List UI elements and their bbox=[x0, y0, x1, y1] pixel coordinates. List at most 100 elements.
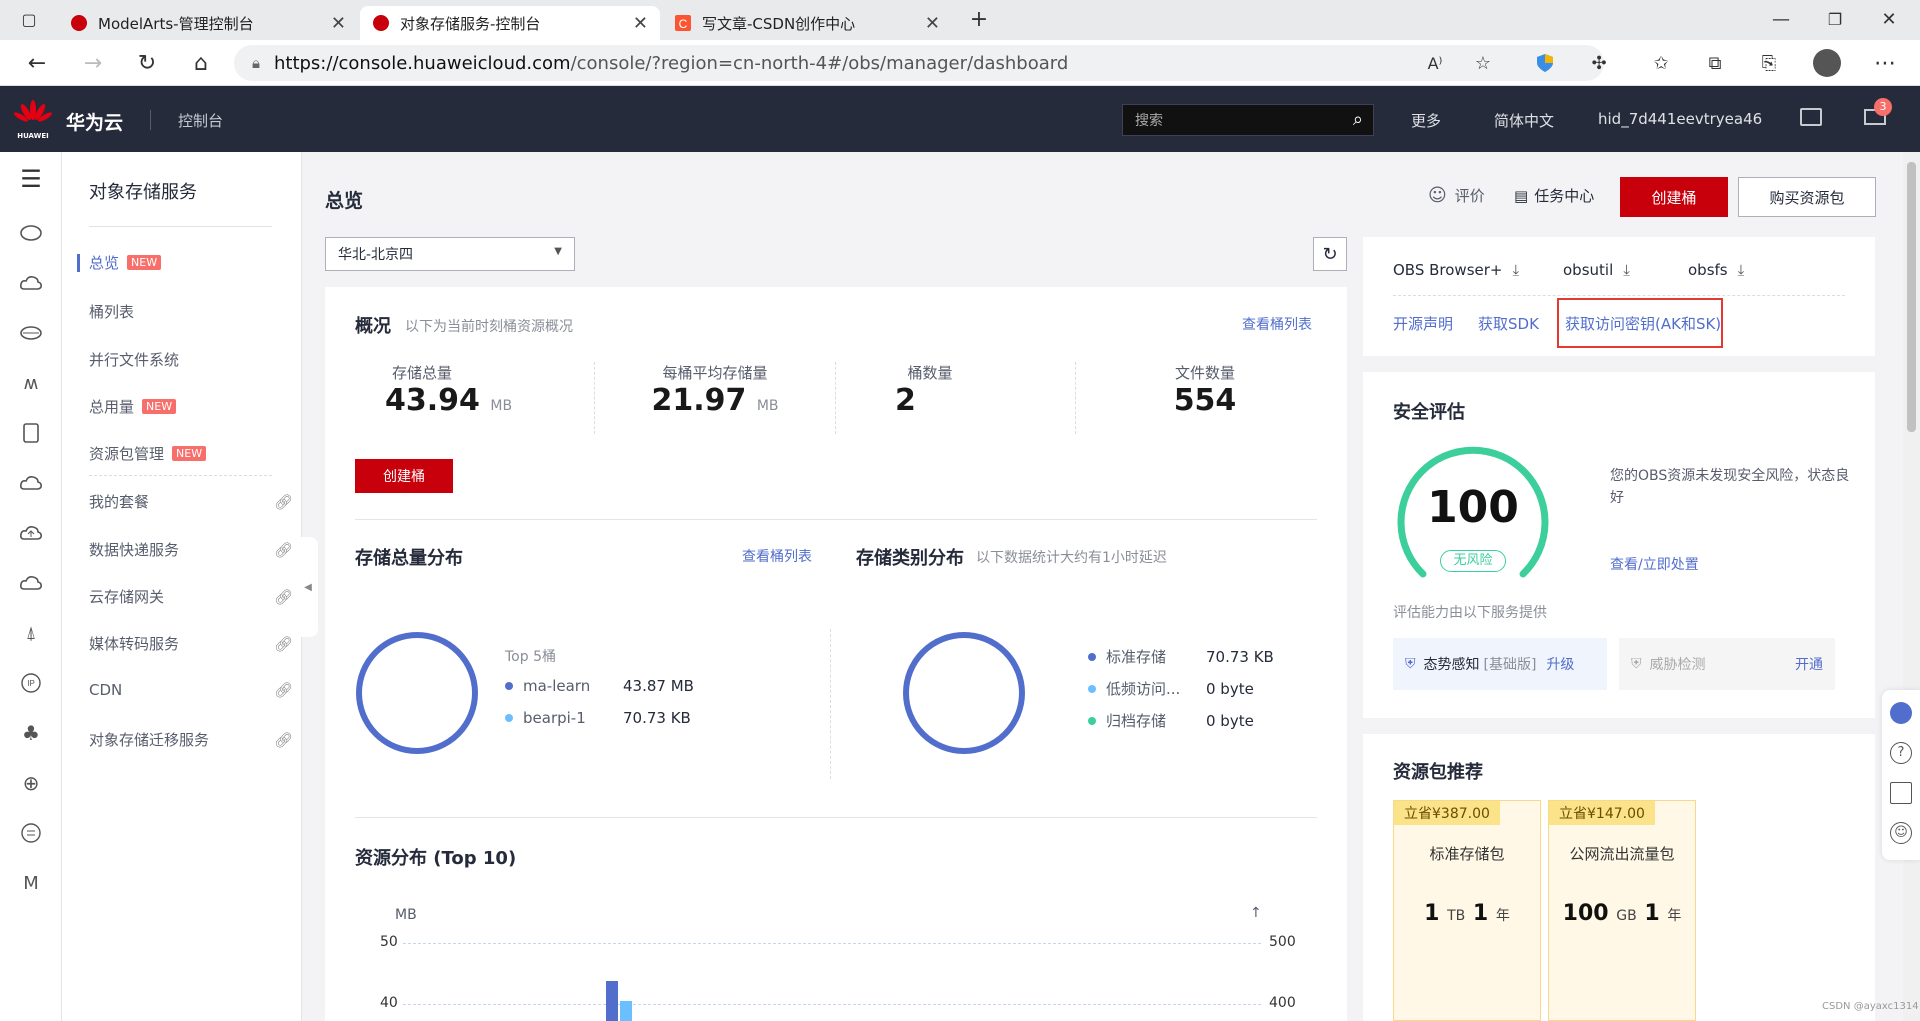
service-globe-icon[interactable]: ⊕ bbox=[16, 768, 46, 798]
service-cloud-icon[interactable] bbox=[16, 268, 46, 298]
get-sdk-link[interactable]: 获取SDK bbox=[1478, 313, 1539, 334]
rate-button[interactable]: ☺ 评价 bbox=[1428, 185, 1485, 206]
enable-link[interactable]: 开通 bbox=[1795, 654, 1823, 674]
settings-more-icon[interactable]: ⋯ bbox=[1870, 48, 1900, 78]
view-bucket-list-link-2[interactable]: 查看桶列表 bbox=[742, 546, 812, 566]
forward-icon[interactable]: → bbox=[78, 48, 108, 78]
restore-icon[interactable]: ❐ bbox=[1820, 4, 1850, 34]
service-cloud-2-icon[interactable] bbox=[16, 468, 46, 498]
feedback-icon[interactable] bbox=[1890, 782, 1912, 804]
url-field[interactable]: 🔒︎ https://console.huaweicloud.com/conso… bbox=[234, 45, 1604, 81]
service-database-icon[interactable] bbox=[16, 418, 46, 448]
console-link[interactable]: 控制台 bbox=[178, 110, 223, 131]
extension-shield-icon[interactable] bbox=[1530, 48, 1560, 78]
satisfaction-icon[interactable]: ☺ bbox=[1890, 822, 1912, 844]
service-mm-icon[interactable]: M bbox=[16, 868, 46, 898]
security-card: 安全评估 100 无风险 您的OBS资源未发现安全风险，状态良好 查看/立即处置… bbox=[1363, 372, 1875, 718]
minimize-icon[interactable]: — bbox=[1766, 4, 1796, 34]
back-icon[interactable]: ← bbox=[22, 48, 52, 78]
favorite-add-icon[interactable]: ☆ bbox=[1468, 48, 1498, 78]
tab-csdn[interactable]: C 写文章-CSDN创作中心 ✕ bbox=[662, 6, 952, 40]
legend-value: 70.73 KB bbox=[623, 709, 691, 727]
service-cloud-sync-icon[interactable] bbox=[16, 568, 46, 598]
obsutil-download[interactable]: obsutil ⤓ bbox=[1563, 261, 1630, 279]
buy-package-button[interactable]: 购买资源包 bbox=[1738, 177, 1876, 217]
huawei-logo[interactable]: HUAWEI bbox=[13, 100, 53, 140]
tab-modelarts[interactable]: ModelArts-管理控制台 ✕ bbox=[58, 6, 358, 40]
obsfs-download[interactable]: obsfs ⤓ bbox=[1688, 261, 1744, 279]
grid-line bbox=[403, 1004, 1261, 1005]
browser-essentials-icon[interactable]: ⎘ bbox=[1754, 48, 1784, 78]
user-menu[interactable]: hid_7d441eevtryea46 bbox=[1598, 110, 1762, 128]
sidebar-item-buckets[interactable]: 桶列表 bbox=[89, 301, 289, 322]
section-divider bbox=[1393, 295, 1845, 296]
get-access-key-link[interactable]: 获取访问密钥(AK和SK) bbox=[1565, 313, 1721, 334]
help-icon[interactable]: ? bbox=[1890, 742, 1912, 764]
create-bucket-button-secondary[interactable]: 创建桶 bbox=[355, 459, 453, 493]
sidebar-divider bbox=[89, 226, 272, 227]
stat-divider bbox=[1075, 362, 1076, 434]
huawei-favicon-icon bbox=[71, 15, 87, 31]
search-icon[interactable]: ⌕ bbox=[1353, 109, 1363, 130]
customer-service-icon[interactable] bbox=[1890, 702, 1912, 724]
close-tab-icon[interactable]: ✕ bbox=[331, 13, 346, 34]
new-badge: NEW bbox=[127, 255, 162, 270]
sidebar-item-media-transcode[interactable]: 媒体转码服务 🔗︎ bbox=[89, 633, 293, 654]
tab-obs[interactable]: 对象存储服务-控制台 ✕ bbox=[360, 6, 660, 40]
view-bucket-list-link[interactable]: 查看桶列表 bbox=[1242, 314, 1312, 334]
reload-icon[interactable]: ↻ bbox=[132, 48, 162, 78]
create-bucket-button[interactable]: 创建桶 bbox=[1620, 177, 1728, 217]
tab-title: 对象存储服务-控制台 bbox=[400, 14, 541, 33]
tab-actions-icon[interactable]: ▢ bbox=[14, 4, 44, 34]
sidebar-item-parallel-fs[interactable]: 并行文件系统 bbox=[89, 349, 289, 370]
read-aloud-icon[interactable]: A⁾ bbox=[1420, 48, 1450, 78]
search-input[interactable]: 搜索 ⌕ bbox=[1122, 104, 1374, 136]
home-icon[interactable]: ⌂ bbox=[186, 48, 216, 78]
service-network-icon[interactable]: ⍋ bbox=[16, 618, 46, 648]
sidebar-item-packages[interactable]: 资源包管理 NEW bbox=[89, 443, 289, 464]
service-ip-icon[interactable]: IP bbox=[16, 668, 46, 698]
close-tab-icon[interactable]: ✕ bbox=[925, 13, 940, 34]
favorites-icon[interactable]: ✩ bbox=[1646, 48, 1676, 78]
profile-avatar[interactable] bbox=[1812, 48, 1842, 78]
sidebar-item-cdn[interactable]: CDN 🔗︎ bbox=[89, 681, 293, 699]
brand-name[interactable]: 华为云 bbox=[66, 108, 123, 135]
sidebar-item-overview[interactable]: 总览 NEW bbox=[77, 252, 289, 273]
extensions-icon[interactable]: ✣ bbox=[1584, 48, 1614, 78]
service-cloud-server-icon[interactable] bbox=[16, 218, 46, 248]
sidebar-collapse-handle[interactable]: ◀ bbox=[298, 537, 318, 637]
terminal-icon[interactable] bbox=[1800, 108, 1822, 126]
package-public-traffic[interactable]: 立省¥147.00 公网流出流量包 100 GB 1 年 bbox=[1548, 800, 1696, 1021]
sidebar-item-usage[interactable]: 总用量 NEW bbox=[89, 396, 289, 417]
menu-icon[interactable]: ☰ bbox=[16, 164, 46, 194]
service-modelarts-icon[interactable]: ʍ bbox=[16, 368, 46, 398]
sidebar-item-my-plans[interactable]: 我的套餐 🔗︎ bbox=[89, 491, 293, 512]
service-list-icon[interactable] bbox=[16, 818, 46, 848]
sidebar-item-data-express[interactable]: 数据快递服务 🔗︎ bbox=[89, 539, 293, 560]
sidebar-item-storage-gateway[interactable]: 云存储网关 🔗︎ bbox=[89, 586, 293, 607]
close-tab-icon[interactable]: ✕ bbox=[633, 13, 648, 34]
language-menu[interactable]: 简体中文 bbox=[1494, 110, 1554, 131]
page-scrollbar[interactable] bbox=[1903, 152, 1920, 1021]
service-cloud-upload-icon[interactable] bbox=[16, 518, 46, 548]
package-standard-storage[interactable]: 立省¥387.00 标准存储包 1 TB 1 年 bbox=[1393, 800, 1541, 1021]
service-storage-icon[interactable] bbox=[16, 318, 46, 348]
tools-card: OBS Browser+ ⤓ obsutil ⤓ obsfs ⤓ 开源声明 获取SDK… bbox=[1363, 237, 1875, 356]
region-select[interactable]: 华北-北京四 ▼ bbox=[325, 237, 575, 271]
close-window-icon[interactable]: ✕ bbox=[1874, 4, 1904, 34]
more-menu[interactable]: 更多 bbox=[1411, 110, 1441, 131]
new-tab-icon[interactable]: + bbox=[964, 4, 994, 34]
collections-icon[interactable]: ⧉ bbox=[1700, 48, 1730, 78]
refresh-button[interactable]: ↻ bbox=[1313, 237, 1347, 271]
sidebar-item-migration[interactable]: 对象存储迁移服务 🔗︎ bbox=[89, 729, 293, 750]
situation-awareness-card: ⛨ 态势感知 [基础版] 升级 bbox=[1393, 638, 1607, 690]
obs-browser-download[interactable]: OBS Browser+ ⤓ bbox=[1393, 261, 1519, 279]
package-year-unit: 年 bbox=[1495, 908, 1510, 924]
open-source-link[interactable]: 开源声明 bbox=[1393, 313, 1453, 334]
stat-total-storage: 存储总量 43.94 MB bbox=[385, 362, 565, 418]
task-center-button[interactable]: ▤ 任务中心 bbox=[1514, 185, 1594, 206]
service-cluster-icon[interactable]: ♣ bbox=[16, 718, 46, 748]
scrollbar-thumb[interactable] bbox=[1907, 162, 1916, 432]
upgrade-link[interactable]: 升级 bbox=[1546, 654, 1574, 674]
view-handle-link[interactable]: 查看/立即处置 bbox=[1610, 554, 1699, 574]
